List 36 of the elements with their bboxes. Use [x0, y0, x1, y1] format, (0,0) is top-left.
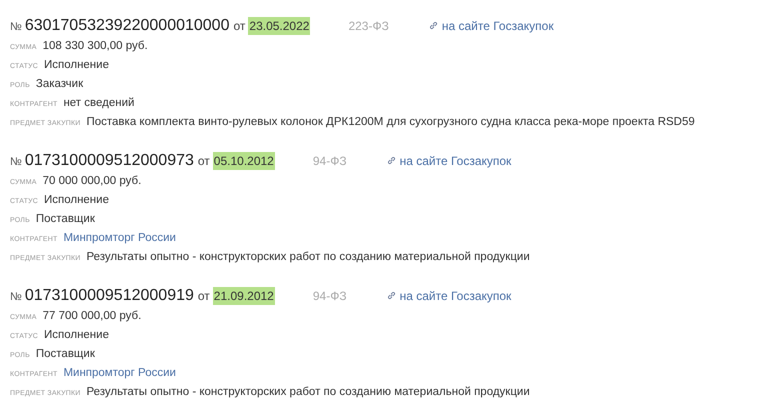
date-prefix: от — [233, 18, 246, 35]
field-value: Исполнение — [44, 328, 109, 343]
law-label: 94-ФЗ — [312, 288, 347, 305]
field-value: Заказчик — [36, 77, 84, 92]
field-value: 108 330 300,00 руб. — [42, 39, 148, 54]
field-value: Поставщик — [36, 347, 95, 362]
field-value: Исполнение — [44, 193, 109, 208]
law-label: 94-ФЗ — [312, 153, 347, 170]
link-icon — [386, 291, 396, 300]
counterparty-link[interactable]: Минпромторг России — [63, 230, 176, 248]
contract-date: 23.05.2022 — [248, 17, 310, 35]
contract-number: 0173100009512000973 — [24, 151, 194, 171]
procurement-link[interactable]: на сайте Госзакупок — [386, 152, 512, 170]
field-value: Исполнение — [44, 58, 109, 73]
law-label: 223-ФЗ — [348, 18, 389, 35]
number-sign: № — [10, 290, 22, 305]
procurement-link[interactable]: на сайте Госзакупок — [428, 16, 554, 34]
contract-number: 63017053239220000010000 — [24, 16, 230, 36]
procurement-link[interactable]: на сайте Госзакупок — [386, 286, 512, 304]
contract-date: 05.10.2012 — [212, 152, 275, 170]
link-icon — [428, 21, 438, 30]
contract-number: 0173100009512000919 — [24, 286, 194, 306]
date-prefix: от — [198, 288, 210, 305]
field-value: Результаты опытно - конструкторских работ по созданию материальной продукции — [86, 385, 530, 400]
link-icon — [386, 156, 396, 165]
number-sign: № — [10, 20, 22, 35]
field-value: Результаты опытно - конструкторских работ по созданию материальной продукции — [86, 250, 530, 265]
field-value: нет сведений — [63, 96, 134, 111]
field-value: 77 700 000,00 руб. — [42, 309, 142, 324]
field-value: 70 000 000,00 руб. — [42, 174, 142, 189]
number-sign: № — [10, 155, 22, 170]
counterparty-link[interactable]: Минпромторг России — [63, 365, 176, 382]
field-value: Поставка комплекта винто-рулевых колонок ДРК1200М для сухогрузного судна класса река-море проекта RSD59 — [86, 115, 695, 130]
field-value: Поставщик — [36, 212, 95, 227]
date-prefix: от — [198, 153, 210, 170]
contract-date: 21.09.2012 — [212, 287, 275, 305]
